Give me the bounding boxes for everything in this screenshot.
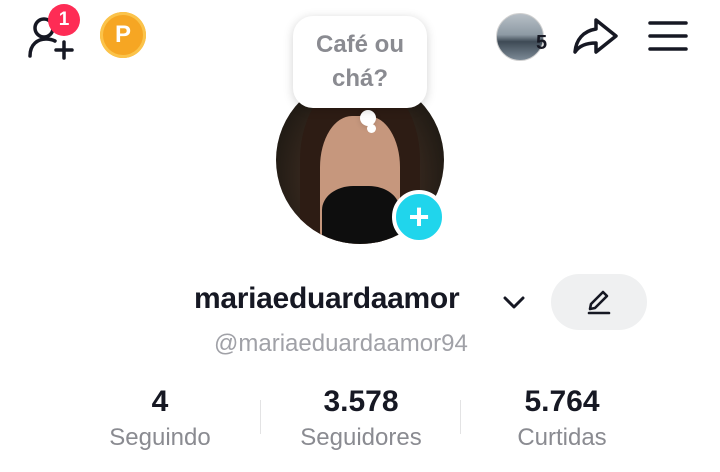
likes-stat[interactable]: 5.764 Curtidas — [472, 384, 652, 452]
notification-badge: 1 — [48, 4, 80, 36]
note-bubble-tail-dot — [367, 124, 376, 133]
hamburger-menu-icon — [648, 21, 688, 51]
following-count: 4 — [151, 385, 169, 418]
following-label: Seguindo — [109, 424, 211, 451]
followers-stat[interactable]: 3.578 Seguidores — [271, 384, 451, 452]
stat-divider — [260, 400, 261, 434]
profile-note-bubble[interactable]: Café ou chá? — [293, 16, 427, 108]
likes-count: 5.764 — [524, 385, 600, 418]
chevron-down-icon — [503, 296, 525, 309]
share-icon — [573, 18, 618, 54]
share-button[interactable] — [570, 14, 622, 58]
plus-icon: + — [408, 196, 430, 237]
add-photo-button[interactable]: + — [392, 190, 446, 244]
following-stat[interactable]: 4 Seguindo — [70, 384, 250, 452]
story-viewer-count: 5 — [536, 32, 548, 54]
stat-divider — [460, 400, 461, 434]
followers-count: 3.578 — [323, 385, 399, 418]
coin-icon: P — [114, 21, 131, 48]
profile-handle: @mariaeduardaamor94 — [214, 330, 468, 357]
pencil-icon — [587, 290, 611, 315]
coins-button[interactable]: P — [100, 12, 146, 58]
edit-profile-button[interactable] — [551, 274, 647, 330]
account-switch-chevron[interactable] — [500, 292, 528, 314]
profile-display-name[interactable]: mariaeduardaamor — [194, 282, 460, 316]
menu-button[interactable] — [646, 18, 690, 54]
followers-label: Seguidores — [300, 424, 422, 451]
likes-label: Curtidas — [517, 424, 607, 451]
avatar-photo-clothing — [322, 186, 400, 244]
